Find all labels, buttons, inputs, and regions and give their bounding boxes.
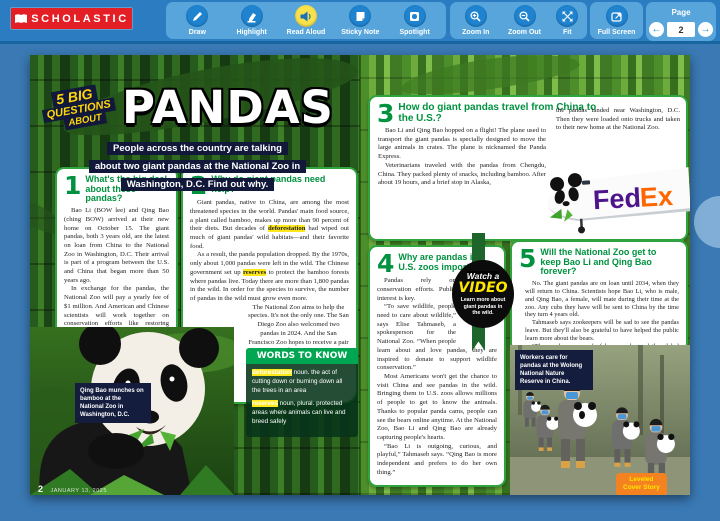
zoom-out-label: Zoom Out: [508, 29, 541, 36]
page-footer: 2 JANUARY 13, 2025: [38, 479, 107, 495]
read-aloud-label: Read Aloud: [287, 29, 326, 36]
fit-icon: [561, 10, 574, 23]
caption-left: Qing Bao munches on bamboo at the Nation…: [75, 383, 151, 423]
highlight-button[interactable]: Highlight: [229, 2, 275, 36]
watch-video-button[interactable]: Watch a VIDEO Learn more about giant pan…: [452, 260, 514, 328]
full-screen-icon: [610, 10, 623, 23]
question-card-5: 5 Will the National Zoo get to keep Bao …: [510, 240, 688, 352]
page-left: 5 BIG QUESTIONS ABOUT PANDAS People acro…: [30, 55, 360, 495]
question-4-number: 4: [377, 253, 394, 274]
zoom-in-label: Zoom In: [462, 29, 489, 36]
speaker-icon: [299, 10, 312, 23]
words-to-know-title: WORDS TO KNOW: [246, 348, 358, 364]
page-number-input[interactable]: [667, 22, 695, 37]
fedex-logo-fed: Fed: [592, 183, 642, 215]
fit-label: Fit: [563, 29, 572, 36]
subtitle-line-1: People across the country are talking: [107, 142, 288, 155]
page-navigation: Page ← →: [646, 2, 716, 41]
fullscreen-group: Full Screen: [590, 2, 643, 39]
zoom-out-button[interactable]: Zoom Out: [502, 2, 548, 36]
fedex-plane-photo: Fed Ex: [543, 151, 690, 249]
spotlight-button[interactable]: Spotlight: [392, 2, 438, 36]
book-icon: [14, 13, 28, 25]
issue-date: JANUARY 13, 2025: [50, 488, 106, 494]
question-5-number: 5: [519, 248, 536, 269]
highlighter-icon: [245, 10, 258, 23]
sticky-note-button[interactable]: Sticky Note: [337, 2, 383, 36]
question-3-body-left: Bao Li and Qing Bao hopped on a flight! …: [378, 127, 546, 188]
zoom-in-icon: [469, 10, 482, 23]
subtitle-line-3: Washington, D.C. Find out why.: [121, 178, 274, 191]
leveled-cover-story-badge[interactable]: Leveled Cover Story: [616, 473, 667, 495]
fit-button[interactable]: Fit: [552, 2, 582, 36]
question-1-body: Bao Li (BOW lee) and Qing Bao (ching BOW…: [64, 207, 169, 346]
fedex-logo-ex: Ex: [639, 181, 674, 213]
pencil-icon: [191, 10, 204, 23]
sticky-note-icon: [354, 10, 367, 23]
question-5-title: Will the National Zoo get to keep Bao Li…: [540, 248, 679, 277]
vocab-word-reserves[interactable]: reserves: [243, 269, 266, 276]
subtitle-line-2: about two giant pandas at the National Z…: [89, 160, 306, 173]
zoom-out-icon: [518, 10, 531, 23]
words-to-know-box: WORDS TO KNOW deforestation noun. the ac…: [246, 348, 358, 437]
question-3-body-right: the pandas landed near Washington, D.C. …: [556, 107, 680, 133]
caption-right: Workers care for pandas at the Wolong Na…: [515, 350, 593, 390]
read-aloud-button[interactable]: Read Aloud: [283, 2, 329, 36]
scholastic-logo[interactable]: SCHOLASTIC: [11, 8, 132, 29]
annotation-tool-group: Draw Highlight Read Aloud Sticky Note Sp…: [166, 2, 446, 39]
subtitle: People across the country are talking ab…: [45, 138, 350, 192]
zoom-in-button[interactable]: Zoom In: [455, 2, 497, 36]
spotlight-icon: [408, 10, 421, 23]
page-right: 3 How do giant pandas travel from China …: [360, 55, 690, 495]
sticky-note-label: Sticky Note: [341, 29, 379, 36]
badge-line-1: Leveled: [629, 476, 653, 483]
logo-text: SCHOLASTIC: [31, 13, 129, 25]
draw-button[interactable]: Draw: [174, 2, 220, 36]
zoom-tool-group: Zoom In Zoom Out Fit: [450, 2, 587, 39]
vocab-term-deforestation[interactable]: deforestation: [252, 369, 292, 376]
spotlight-label: Spotlight: [399, 29, 429, 36]
page-label: Page: [671, 8, 690, 17]
highlight-label: Highlight: [236, 29, 266, 36]
next-page-button[interactable]: →: [698, 22, 713, 37]
badge-line-2: Cover Story: [623, 484, 660, 491]
vocab-term-reserves[interactable]: reserves: [252, 400, 278, 407]
video-line-2: VIDEO: [458, 281, 507, 295]
vocab-word-deforestation[interactable]: deforestation: [268, 225, 305, 232]
next-page-hotspot[interactable]: [694, 196, 720, 248]
previous-page-button[interactable]: ←: [649, 22, 664, 37]
draw-label: Draw: [189, 29, 206, 36]
full-screen-label: Full Screen: [598, 29, 636, 36]
folio-page-number: 2: [38, 484, 43, 494]
page-title: PANDAS: [122, 81, 360, 134]
full-screen-button[interactable]: Full Screen: [592, 2, 642, 36]
video-description: Learn more about giant pandas in the wil…: [459, 297, 507, 317]
toolbar: SCHOLASTIC Draw Highlight Read Aloud Sti…: [0, 0, 720, 41]
app-window: SCHOLASTIC Draw Highlight Read Aloud Sti…: [0, 0, 720, 521]
question-3-number: 3: [377, 103, 394, 124]
magazine-spread: 5 BIG QUESTIONS ABOUT PANDAS People acro…: [30, 55, 690, 495]
page-fold: [359, 55, 361, 495]
